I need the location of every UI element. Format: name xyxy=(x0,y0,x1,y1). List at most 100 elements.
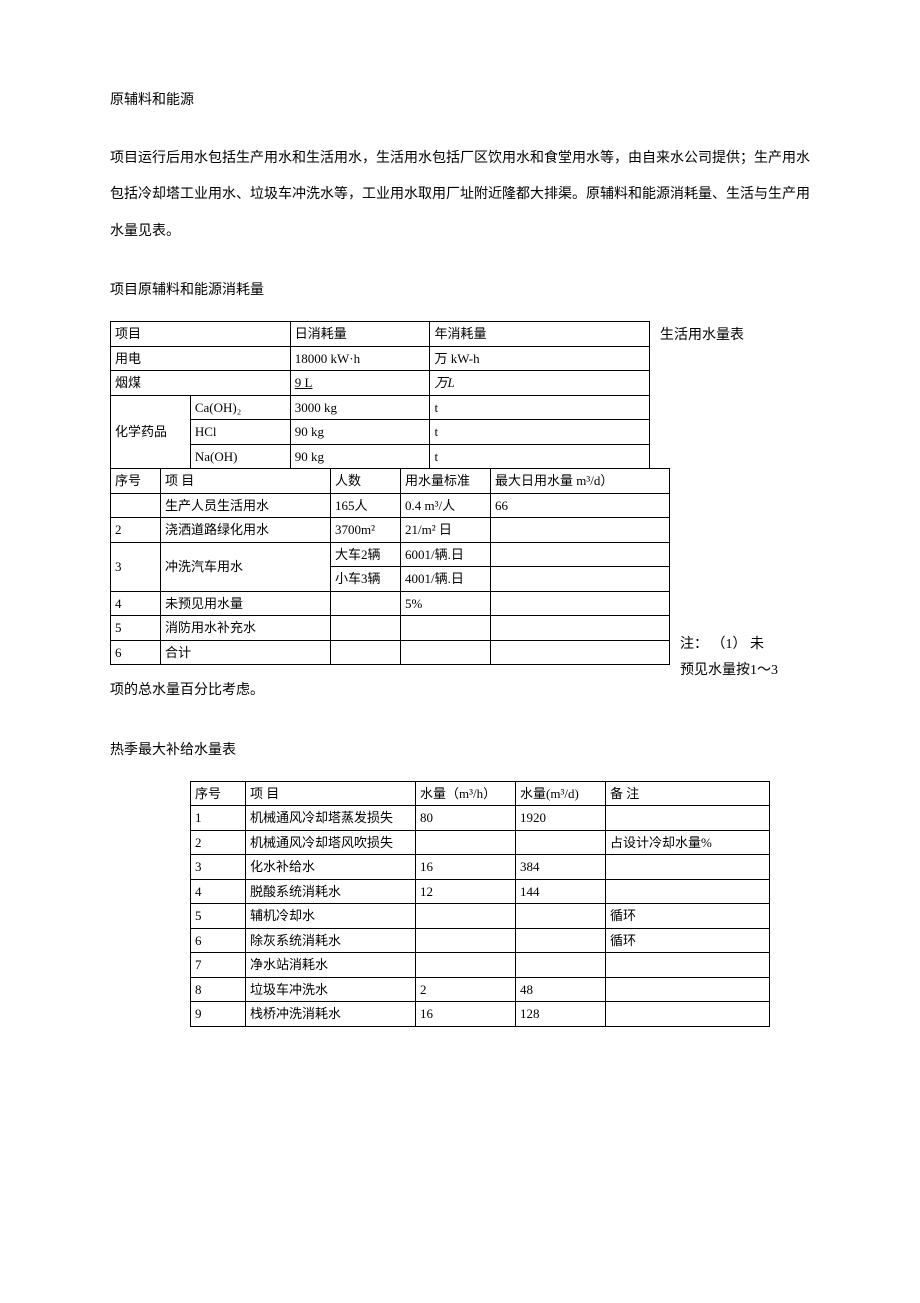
cell: 生产人员生活用水 xyxy=(161,493,331,518)
cell: 小车3辆 xyxy=(331,567,401,592)
cell xyxy=(416,928,516,953)
table-row: 序号 项 目 人数 用水量标准 最大日用水量 m³/d） xyxy=(111,469,670,494)
cell: t xyxy=(430,395,650,420)
table-row: 2机械通风冷却塔风吹损失占设计冷却水量% xyxy=(191,830,770,855)
cell xyxy=(491,591,670,616)
table-row: 3化水补给水16384 xyxy=(191,855,770,880)
cell: 化学药品 xyxy=(111,395,191,469)
cell: 8 xyxy=(191,977,246,1002)
cell xyxy=(416,953,516,978)
cell: 辅机冷却水 xyxy=(246,904,416,929)
cell xyxy=(491,542,670,567)
cell: 化水补给水 xyxy=(246,855,416,880)
cell xyxy=(416,830,516,855)
cell: 2 xyxy=(111,518,161,543)
cell: 16 xyxy=(416,1002,516,1027)
cell: t xyxy=(430,420,650,445)
cell: 烟煤 xyxy=(111,371,291,396)
cell: 万L xyxy=(430,371,650,396)
cell xyxy=(331,591,401,616)
cell xyxy=(331,640,401,665)
cell: 128 xyxy=(516,1002,606,1027)
cell: 3 xyxy=(191,855,246,880)
header-cell: 人数 xyxy=(331,469,401,494)
cell xyxy=(491,640,670,665)
cell xyxy=(491,518,670,543)
table-row: 用电 18000 kW·h 万 kW-h xyxy=(111,346,650,371)
table-row: Na(OH) 90 kg t xyxy=(111,444,650,469)
cell: 浇洒道路绿化用水 xyxy=(161,518,331,543)
cell: 3700m² xyxy=(331,518,401,543)
cell: 4001/辆.日 xyxy=(401,567,491,592)
cell xyxy=(331,616,401,641)
header-cell: 日消耗量 xyxy=(290,322,430,347)
cell xyxy=(606,953,770,978)
cell xyxy=(606,879,770,904)
cell: 1920 xyxy=(516,806,606,831)
cell: 90 kg xyxy=(290,420,430,445)
cell: 用电 xyxy=(111,346,291,371)
cell: 0.4 m³/人 xyxy=(401,493,491,518)
cell: t xyxy=(430,444,650,469)
table-row: 项目 日消耗量 年消耗量 xyxy=(111,322,650,347)
cell: 18000 kW·h xyxy=(290,346,430,371)
cell: 净水站消耗水 xyxy=(246,953,416,978)
cell: 165人 xyxy=(331,493,401,518)
cell: 5 xyxy=(191,904,246,929)
section-title: 原辅料和能源 xyxy=(110,90,810,111)
cell: 大车2辆 xyxy=(331,542,401,567)
header-cell: 水量(m³/d) xyxy=(516,781,606,806)
cell: 6 xyxy=(191,928,246,953)
cell: 机械通风冷却塔蒸发损失 xyxy=(246,806,416,831)
table-row: 生产人员生活用水 165人 0.4 m³/人 66 xyxy=(111,493,670,518)
cell xyxy=(111,493,161,518)
subsection-title-1: 项目原辅料和能源消耗量 xyxy=(110,280,810,301)
cell: 9 xyxy=(191,1002,246,1027)
cell: 7 xyxy=(191,953,246,978)
cell: 144 xyxy=(516,879,606,904)
table-row: 1机械通风冷却塔蒸发损失801920 xyxy=(191,806,770,831)
cell: 垃圾车冲洗水 xyxy=(246,977,416,1002)
side-label-domestic-water: 生活用水量表 xyxy=(660,325,780,346)
cell: 4 xyxy=(111,591,161,616)
cell xyxy=(606,806,770,831)
cell: 6001/辆.日 xyxy=(401,542,491,567)
table-row: 化学药品 Ca(OH)₂ 3000 kg t xyxy=(111,395,650,420)
cell: 80 xyxy=(416,806,516,831)
cell: 3000 kg xyxy=(290,395,430,420)
table-row: HCl 90 kg t xyxy=(111,420,650,445)
cell: Na(OH) xyxy=(190,444,290,469)
table-row: 8垃圾车冲洗水248 xyxy=(191,977,770,1002)
cell xyxy=(606,855,770,880)
table-row: 5辅机冷却水 循环 xyxy=(191,904,770,929)
cell: 21/m² 日 xyxy=(401,518,491,543)
cell: 栈桥冲洗消耗水 xyxy=(246,1002,416,1027)
cell: Ca(OH)₂ xyxy=(190,395,290,420)
cell: 未预见用水量 xyxy=(161,591,331,616)
cell: 12 xyxy=(416,879,516,904)
cell: 1 xyxy=(191,806,246,831)
header-cell: 项目 xyxy=(111,322,291,347)
cell: 循环 xyxy=(606,904,770,929)
table-row: 5 消防用水补充水 xyxy=(111,616,670,641)
subsection-title-3: 热季最大补给水量表 xyxy=(110,740,810,761)
table-row: 烟煤 9 L 万L xyxy=(111,371,650,396)
header-cell: 序号 xyxy=(191,781,246,806)
header-cell: 最大日用水量 m³/d） xyxy=(491,469,670,494)
hot-season-water-table: 序号 项 目 水量（m³/h） 水量(m³/d) 备 注 1机械通风冷却塔蒸发损… xyxy=(190,781,770,1027)
cell: 384 xyxy=(516,855,606,880)
cell: 2 xyxy=(416,977,516,1002)
cell xyxy=(401,640,491,665)
table-row: 6除灰系统消耗水 循环 xyxy=(191,928,770,953)
cell: 除灰系统消耗水 xyxy=(246,928,416,953)
table-row: 7净水站消耗水 xyxy=(191,953,770,978)
cell xyxy=(516,830,606,855)
cell xyxy=(606,977,770,1002)
header-cell: 用水量标准 xyxy=(401,469,491,494)
cell xyxy=(516,904,606,929)
table-row: 4 未预见用水量 5% xyxy=(111,591,670,616)
energy-consumption-table: 项目 日消耗量 年消耗量 用电 18000 kW·h 万 kW-h 烟煤 9 L… xyxy=(110,321,650,469)
cell: 4 xyxy=(191,879,246,904)
cell: 循环 xyxy=(606,928,770,953)
side-note-a: 注： （1） 未 xyxy=(680,634,850,655)
